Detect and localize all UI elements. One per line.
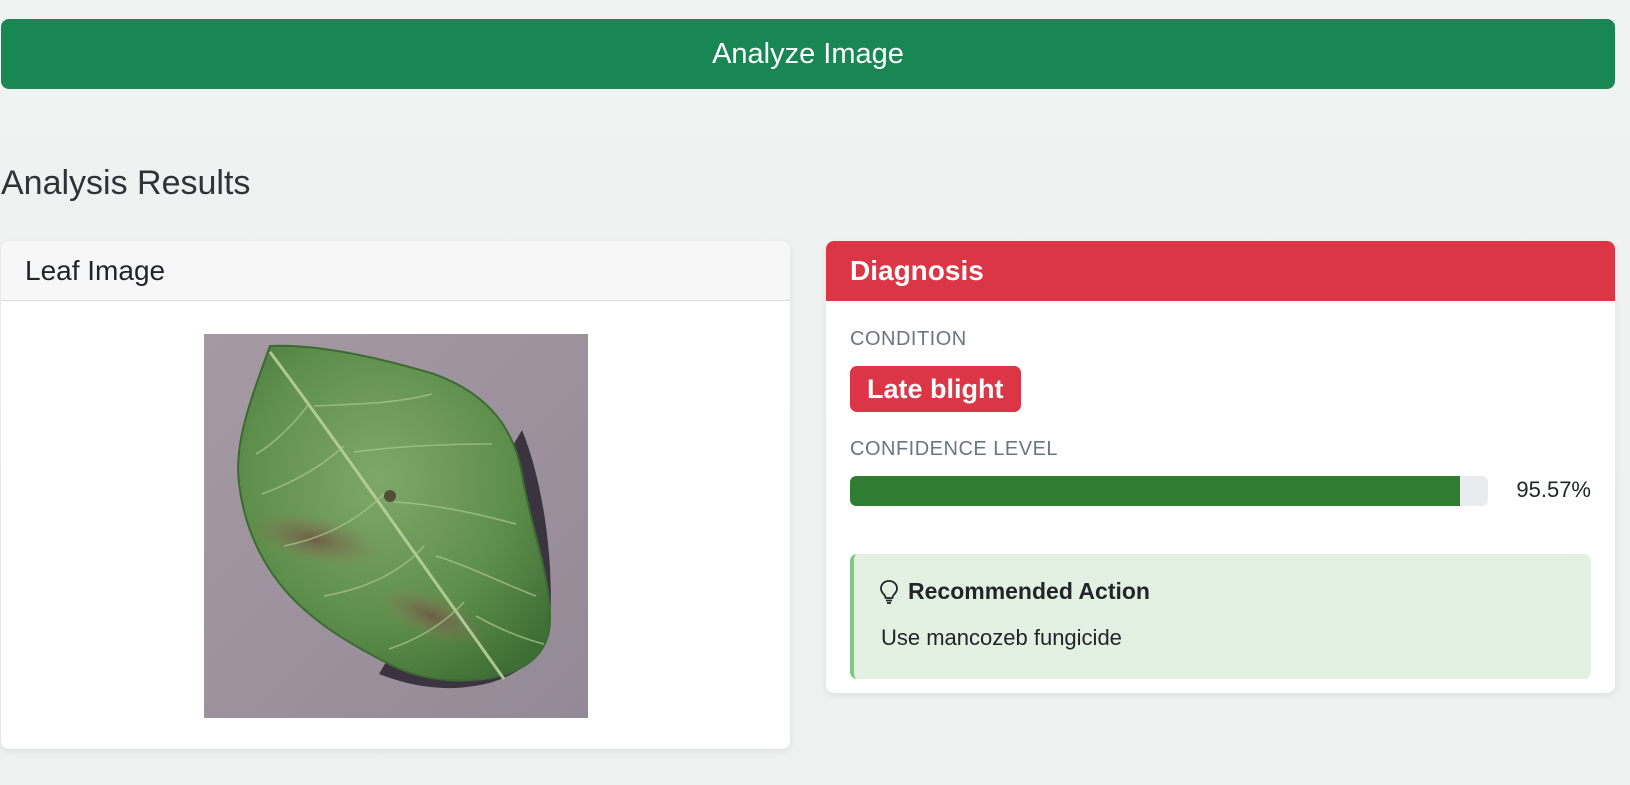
leaf-photo [204,334,588,718]
confidence-label: CONFIDENCE LEVEL [850,438,1059,460]
condition-badge: Late blight [850,366,1021,412]
recommended-action-title: Recommended Action [878,578,1150,605]
page: Analyze Image Analysis Results Leaf Imag… [0,0,1630,785]
condition-label: CONDITION [850,328,967,350]
leaf-image-card-title: Leaf Image [1,241,790,301]
confidence-progress-fill [850,476,1460,506]
leaf-image-card: Leaf Image [1,241,790,749]
recommended-action-text: Use mancozeb fungicide [881,625,1122,650]
diagnosis-card: Diagnosis CONDITION Late blight CONFIDEN… [826,241,1615,693]
confidence-progress-bar [850,476,1488,506]
confidence-value: 95.57% [1516,477,1591,502]
analyze-image-button[interactable]: Analyze Image [1,19,1615,89]
leaf-image-body [1,301,790,749]
recommended-action-title-text: Recommended Action [908,578,1150,604]
recommended-action-box: Recommended Action Use mancozeb fungicid… [850,554,1591,679]
analysis-results-heading: Analysis Results [1,164,251,202]
diagnosis-card-title: Diagnosis [826,241,1615,301]
lightbulb-icon [880,579,898,604]
